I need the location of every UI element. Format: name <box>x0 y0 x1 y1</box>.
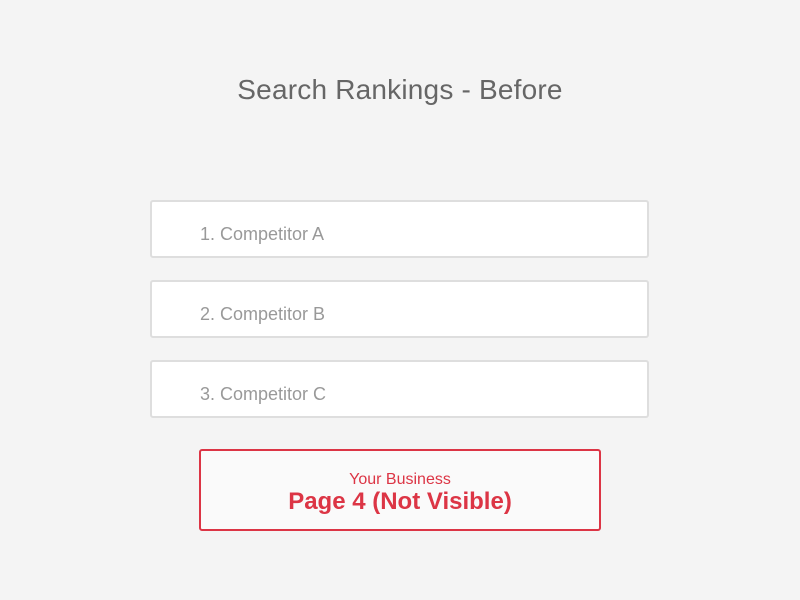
page-title: Search Rankings - Before <box>237 74 563 105</box>
business-status: Page 4 (Not Visible) <box>288 488 512 515</box>
ranking-label: 2. Competitor B <box>200 304 326 324</box>
ranking-item-1: 1. Competitor A <box>150 200 649 258</box>
business-name: Your Business <box>349 471 451 488</box>
ranking-label: 3. Competitor C <box>200 384 327 404</box>
ranking-item-2: 2. Competitor B <box>150 280 649 338</box>
search-rankings-page: Search Rankings - Before 1. Competitor A… <box>0 0 800 600</box>
ranking-item-3: 3. Competitor C <box>150 360 649 418</box>
your-business-card: Your Business Page 4 (Not Visible) <box>199 449 601 531</box>
ranking-label: 1. Competitor A <box>200 224 325 244</box>
